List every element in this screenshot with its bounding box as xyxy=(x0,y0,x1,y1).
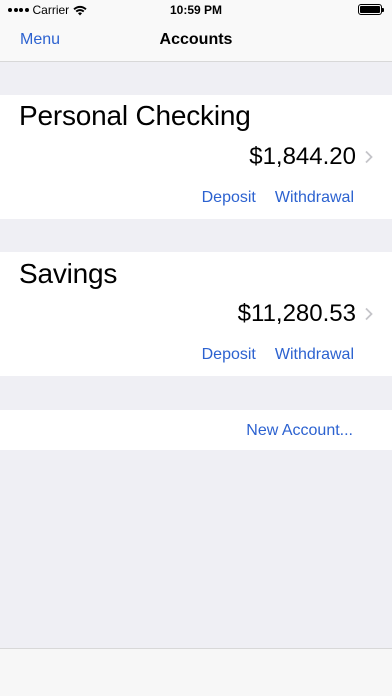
deposit-button[interactable]: Deposit xyxy=(202,346,256,364)
account-name: Savings xyxy=(19,258,118,289)
account-actions: Deposit Withdrawal xyxy=(202,346,354,364)
account-balance-row[interactable]: $1,844.20 xyxy=(249,141,392,173)
accounts-screen: Carrier 10:59 PM Menu Accounts Personal … xyxy=(0,0,392,696)
deposit-button[interactable]: Deposit xyxy=(202,189,256,207)
chevron-right-icon xyxy=(365,307,373,321)
status-bar: Carrier 10:59 PM xyxy=(0,0,392,20)
new-account-button[interactable]: New Account... xyxy=(246,422,353,440)
menu-button[interactable]: Menu xyxy=(20,31,60,49)
navigation-bar: Menu Accounts xyxy=(0,20,392,62)
withdrawal-button[interactable]: Withdrawal xyxy=(275,346,354,364)
status-time: 10:59 PM xyxy=(169,3,223,17)
account-balance: $11,280.53 xyxy=(237,300,356,327)
account-balance: $1,844.20 xyxy=(249,143,356,170)
account-balance-row[interactable]: $11,280.53 xyxy=(238,298,392,330)
chevron-right-icon xyxy=(365,150,373,164)
account-card-checking: Personal Checking $1,844.20 Deposit With… xyxy=(0,95,392,219)
account-name: Personal Checking xyxy=(19,100,251,131)
bottom-toolbar xyxy=(0,648,392,696)
account-actions: Deposit Withdrawal xyxy=(202,189,354,207)
withdrawal-button[interactable]: Withdrawal xyxy=(275,189,354,207)
new-account-row: New Account... xyxy=(0,410,392,450)
battery-icon xyxy=(358,4,384,15)
account-card-savings: Savings $11,280.53 Deposit Withdrawal xyxy=(0,252,392,376)
